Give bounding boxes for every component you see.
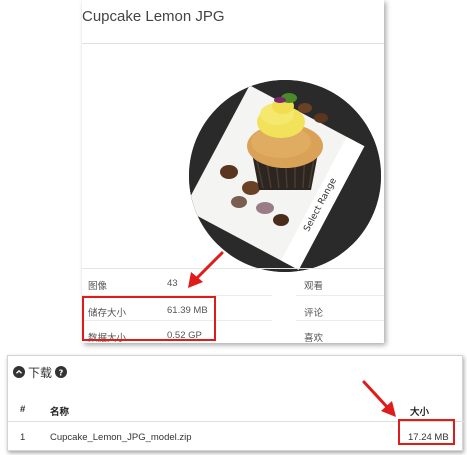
column-header-size: 大小 bbox=[410, 407, 430, 418]
question-circle-icon[interactable]: ? bbox=[55, 366, 68, 378]
model-preview-image[interactable]: Select Range bbox=[189, 80, 381, 272]
downloads-title: 下载 bbox=[28, 365, 53, 380]
stat-label-comments: 评论 bbox=[304, 308, 324, 319]
stat-value-images: 43 bbox=[167, 278, 178, 289]
stat-label-views: 观看 bbox=[304, 281, 324, 292]
stats-divider bbox=[82, 268, 384, 269]
column-header-index: # bbox=[20, 404, 26, 415]
row-divider bbox=[296, 320, 384, 321]
title-divider bbox=[82, 43, 384, 44]
row-index: 1 bbox=[20, 432, 26, 443]
svg-text:?: ? bbox=[59, 368, 64, 377]
header-divider bbox=[8, 421, 464, 422]
downloads-panel: 下载 ? # 名称 大小 1 Cupcake_Lemon_JPG_model.z… bbox=[7, 355, 464, 451]
page-title: Cupcake Lemon JPG bbox=[82, 8, 225, 25]
chevron-up-circle-icon[interactable] bbox=[13, 366, 25, 378]
downloads-header[interactable]: 下载 ? bbox=[13, 364, 68, 380]
cupcake-photo: Select Range bbox=[189, 80, 381, 272]
stat-label-likes: 喜欢 bbox=[304, 333, 324, 343]
model-preview-panel: Cupcake Lemon JPG Select Range 图像 43 储存大… bbox=[82, 0, 384, 343]
highlight-box-file-size bbox=[398, 419, 455, 445]
highlight-box-storage bbox=[82, 296, 216, 341]
file-name-link[interactable]: Cupcake_Lemon_JPG_model.zip bbox=[50, 432, 192, 443]
stat-label-images: 图像 bbox=[88, 281, 108, 292]
column-header-name: 名称 bbox=[50, 407, 70, 418]
row-divider bbox=[296, 295, 384, 296]
